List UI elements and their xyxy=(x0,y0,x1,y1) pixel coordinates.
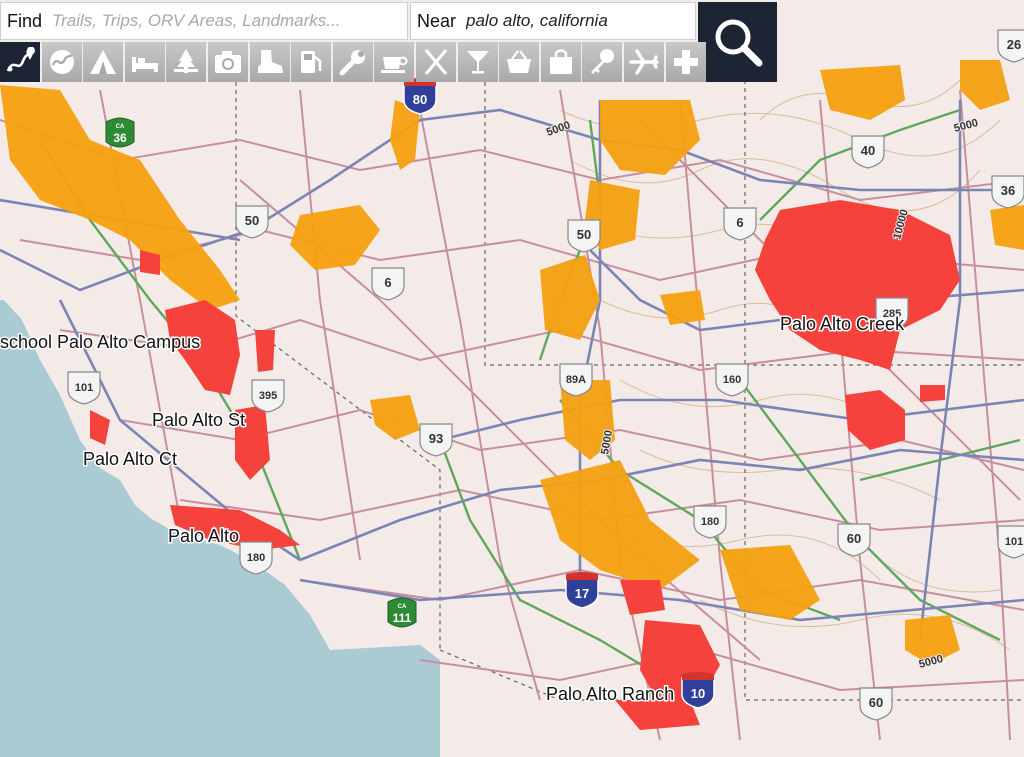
us-route-shield: 89A xyxy=(559,363,593,397)
shopping-bag-icon xyxy=(549,49,572,74)
us-route-shield: 36 xyxy=(991,175,1024,209)
toolbar-airport[interactable] xyxy=(623,42,664,82)
us-route-number: 395 xyxy=(259,390,277,402)
toolbar-trails[interactable] xyxy=(0,42,40,82)
us-route-number: 26 xyxy=(1007,37,1021,52)
us-route-shield: 50 xyxy=(567,219,601,253)
state-route-number: 111 xyxy=(393,611,412,625)
toolbar-orv[interactable] xyxy=(41,42,82,82)
toolbar-camping[interactable] xyxy=(83,42,124,82)
us-route-shield: 60 xyxy=(837,523,871,557)
category-toolbar xyxy=(0,42,707,82)
us-route-number: 101 xyxy=(75,382,93,394)
place-label[interactable]: Palo Alto Creek xyxy=(779,313,907,336)
place-label[interactable]: Palo Alto Ct xyxy=(82,448,179,471)
find-label: Find xyxy=(7,10,43,31)
toolbar-dining[interactable] xyxy=(415,42,456,82)
near-label: Near xyxy=(417,10,457,31)
basket-icon xyxy=(507,50,532,73)
place-label[interactable]: school Palo Alto Campus xyxy=(0,331,202,354)
airport-icon xyxy=(629,49,659,75)
wrench-icon xyxy=(339,50,365,76)
state-code: CA xyxy=(116,124,125,130)
camping-icon xyxy=(90,50,117,74)
us-route-number: 180 xyxy=(701,516,719,528)
us-route-number: 60 xyxy=(847,531,861,546)
place-label[interactable]: Palo Alto xyxy=(167,525,241,548)
near-field[interactable]: Near xyxy=(410,2,696,40)
interstate-number: 10 xyxy=(691,686,705,701)
toolbar-rental[interactable] xyxy=(582,42,623,82)
trails-icon xyxy=(6,47,35,72)
us-route-shield: 26 xyxy=(997,29,1024,63)
us-route-shield: 50 xyxy=(235,205,269,239)
us-route-shield: 93 xyxy=(419,423,453,457)
us-route-number: 160 xyxy=(723,374,741,386)
interstate-number: 80 xyxy=(413,92,427,107)
us-route-number: 89A xyxy=(566,374,586,386)
toolbar-fuel[interactable] xyxy=(291,42,332,82)
bar-icon xyxy=(466,51,489,74)
camera-icon xyxy=(214,51,241,73)
us-route-number: 36 xyxy=(1001,183,1015,198)
us-route-shield: 6 xyxy=(723,207,757,241)
us-route-number: 180 xyxy=(247,552,265,564)
key-icon xyxy=(591,49,615,74)
dining-icon xyxy=(424,49,448,75)
toolbar-hiking[interactable] xyxy=(249,42,290,82)
near-input[interactable] xyxy=(464,10,695,32)
toolbar-medical[interactable] xyxy=(665,42,706,82)
us-route-number: 40 xyxy=(861,143,875,158)
toolbar-grocery[interactable] xyxy=(499,42,540,82)
toolbar-coffee[interactable] xyxy=(374,42,415,82)
find-input[interactable] xyxy=(50,10,407,32)
interstate-shield: 80 xyxy=(403,78,437,115)
toolbar-repair[interactable] xyxy=(332,42,373,82)
state-route-number: 36 xyxy=(113,131,127,145)
us-route-shield: 180 xyxy=(693,505,727,539)
fuel-icon xyxy=(301,51,322,73)
map-canvas[interactable]: 5000 5000 10000 5000 5000 26403650 665028… xyxy=(0,0,1024,757)
state-code: CA xyxy=(398,604,407,610)
place-label[interactable]: Palo Alto Ranch xyxy=(545,683,676,706)
us-route-number: 93 xyxy=(429,431,443,446)
us-route-number: 50 xyxy=(577,227,591,242)
us-route-shield: 101 xyxy=(67,371,101,405)
toolbar-lodging[interactable] xyxy=(124,42,165,82)
state-route-shield: CA111 xyxy=(387,597,417,628)
us-route-shield: 160 xyxy=(715,363,749,397)
toolbar-picnic[interactable] xyxy=(166,42,207,82)
toolbar-shopping[interactable] xyxy=(540,42,581,82)
interstate-shield: 17 xyxy=(565,572,599,609)
interstate-number: 17 xyxy=(575,586,589,601)
us-route-number: 101 xyxy=(1005,536,1023,548)
find-field[interactable]: Find xyxy=(0,2,408,40)
medical-cross-icon xyxy=(673,50,698,74)
us-route-shield: 40 xyxy=(851,135,885,169)
orv-icon xyxy=(49,50,74,74)
us-route-shield: 6 xyxy=(371,267,405,301)
toolbar-bar[interactable] xyxy=(457,42,498,82)
coffee-icon xyxy=(381,56,408,73)
lodging-icon xyxy=(131,57,158,72)
picnic-icon xyxy=(174,49,199,73)
toolbar-camera[interactable] xyxy=(207,42,248,82)
search-button[interactable] xyxy=(698,2,777,82)
us-route-number: 6 xyxy=(384,275,391,290)
us-route-number: 6 xyxy=(736,215,743,230)
hiking-boot-icon xyxy=(257,50,283,73)
us-route-number: 50 xyxy=(245,213,259,228)
us-route-shield: 180 xyxy=(239,541,273,575)
us-route-shield: 60 xyxy=(859,687,893,721)
us-route-shield: 101 xyxy=(997,525,1024,559)
interstate-shield: 10 xyxy=(681,672,715,709)
us-route-number: 60 xyxy=(869,695,883,710)
search-icon xyxy=(715,19,762,67)
place-label[interactable]: Palo Alto St xyxy=(151,409,247,432)
us-route-shield: 395 xyxy=(251,379,285,413)
state-route-shield: CA36 xyxy=(105,117,135,148)
